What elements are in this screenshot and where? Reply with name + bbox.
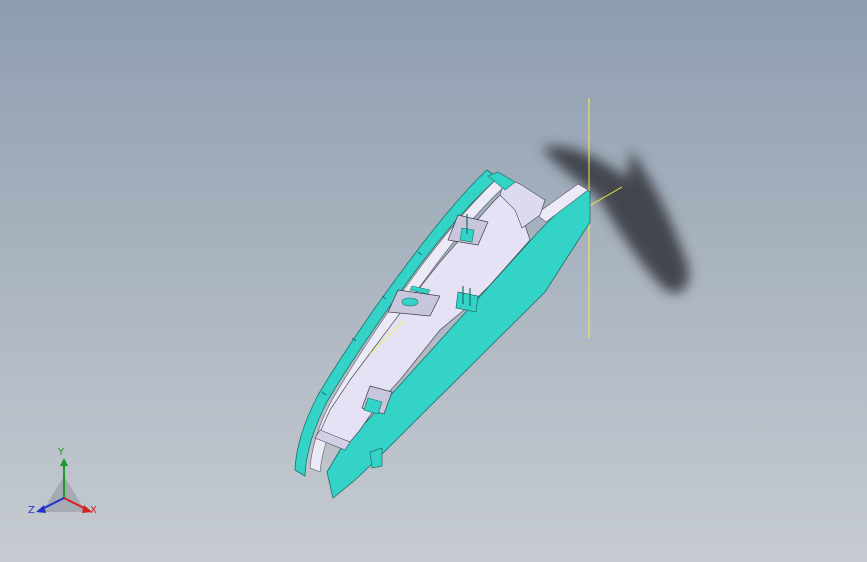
coordinate-triad: Y Z X	[22, 446, 106, 526]
triad-x-label: X	[90, 505, 97, 516]
triad-y-label: Y	[58, 447, 65, 458]
triad-z-label: Z	[28, 505, 35, 516]
triad-z-arrow	[36, 505, 46, 513]
3d-viewport[interactable]: Y Z X	[0, 0, 867, 562]
triad-y-arrow	[60, 458, 68, 466]
model-scene[interactable]	[0, 0, 867, 562]
pocket-middle-boss	[401, 297, 419, 307]
clip-boss-middle	[455, 291, 479, 313]
